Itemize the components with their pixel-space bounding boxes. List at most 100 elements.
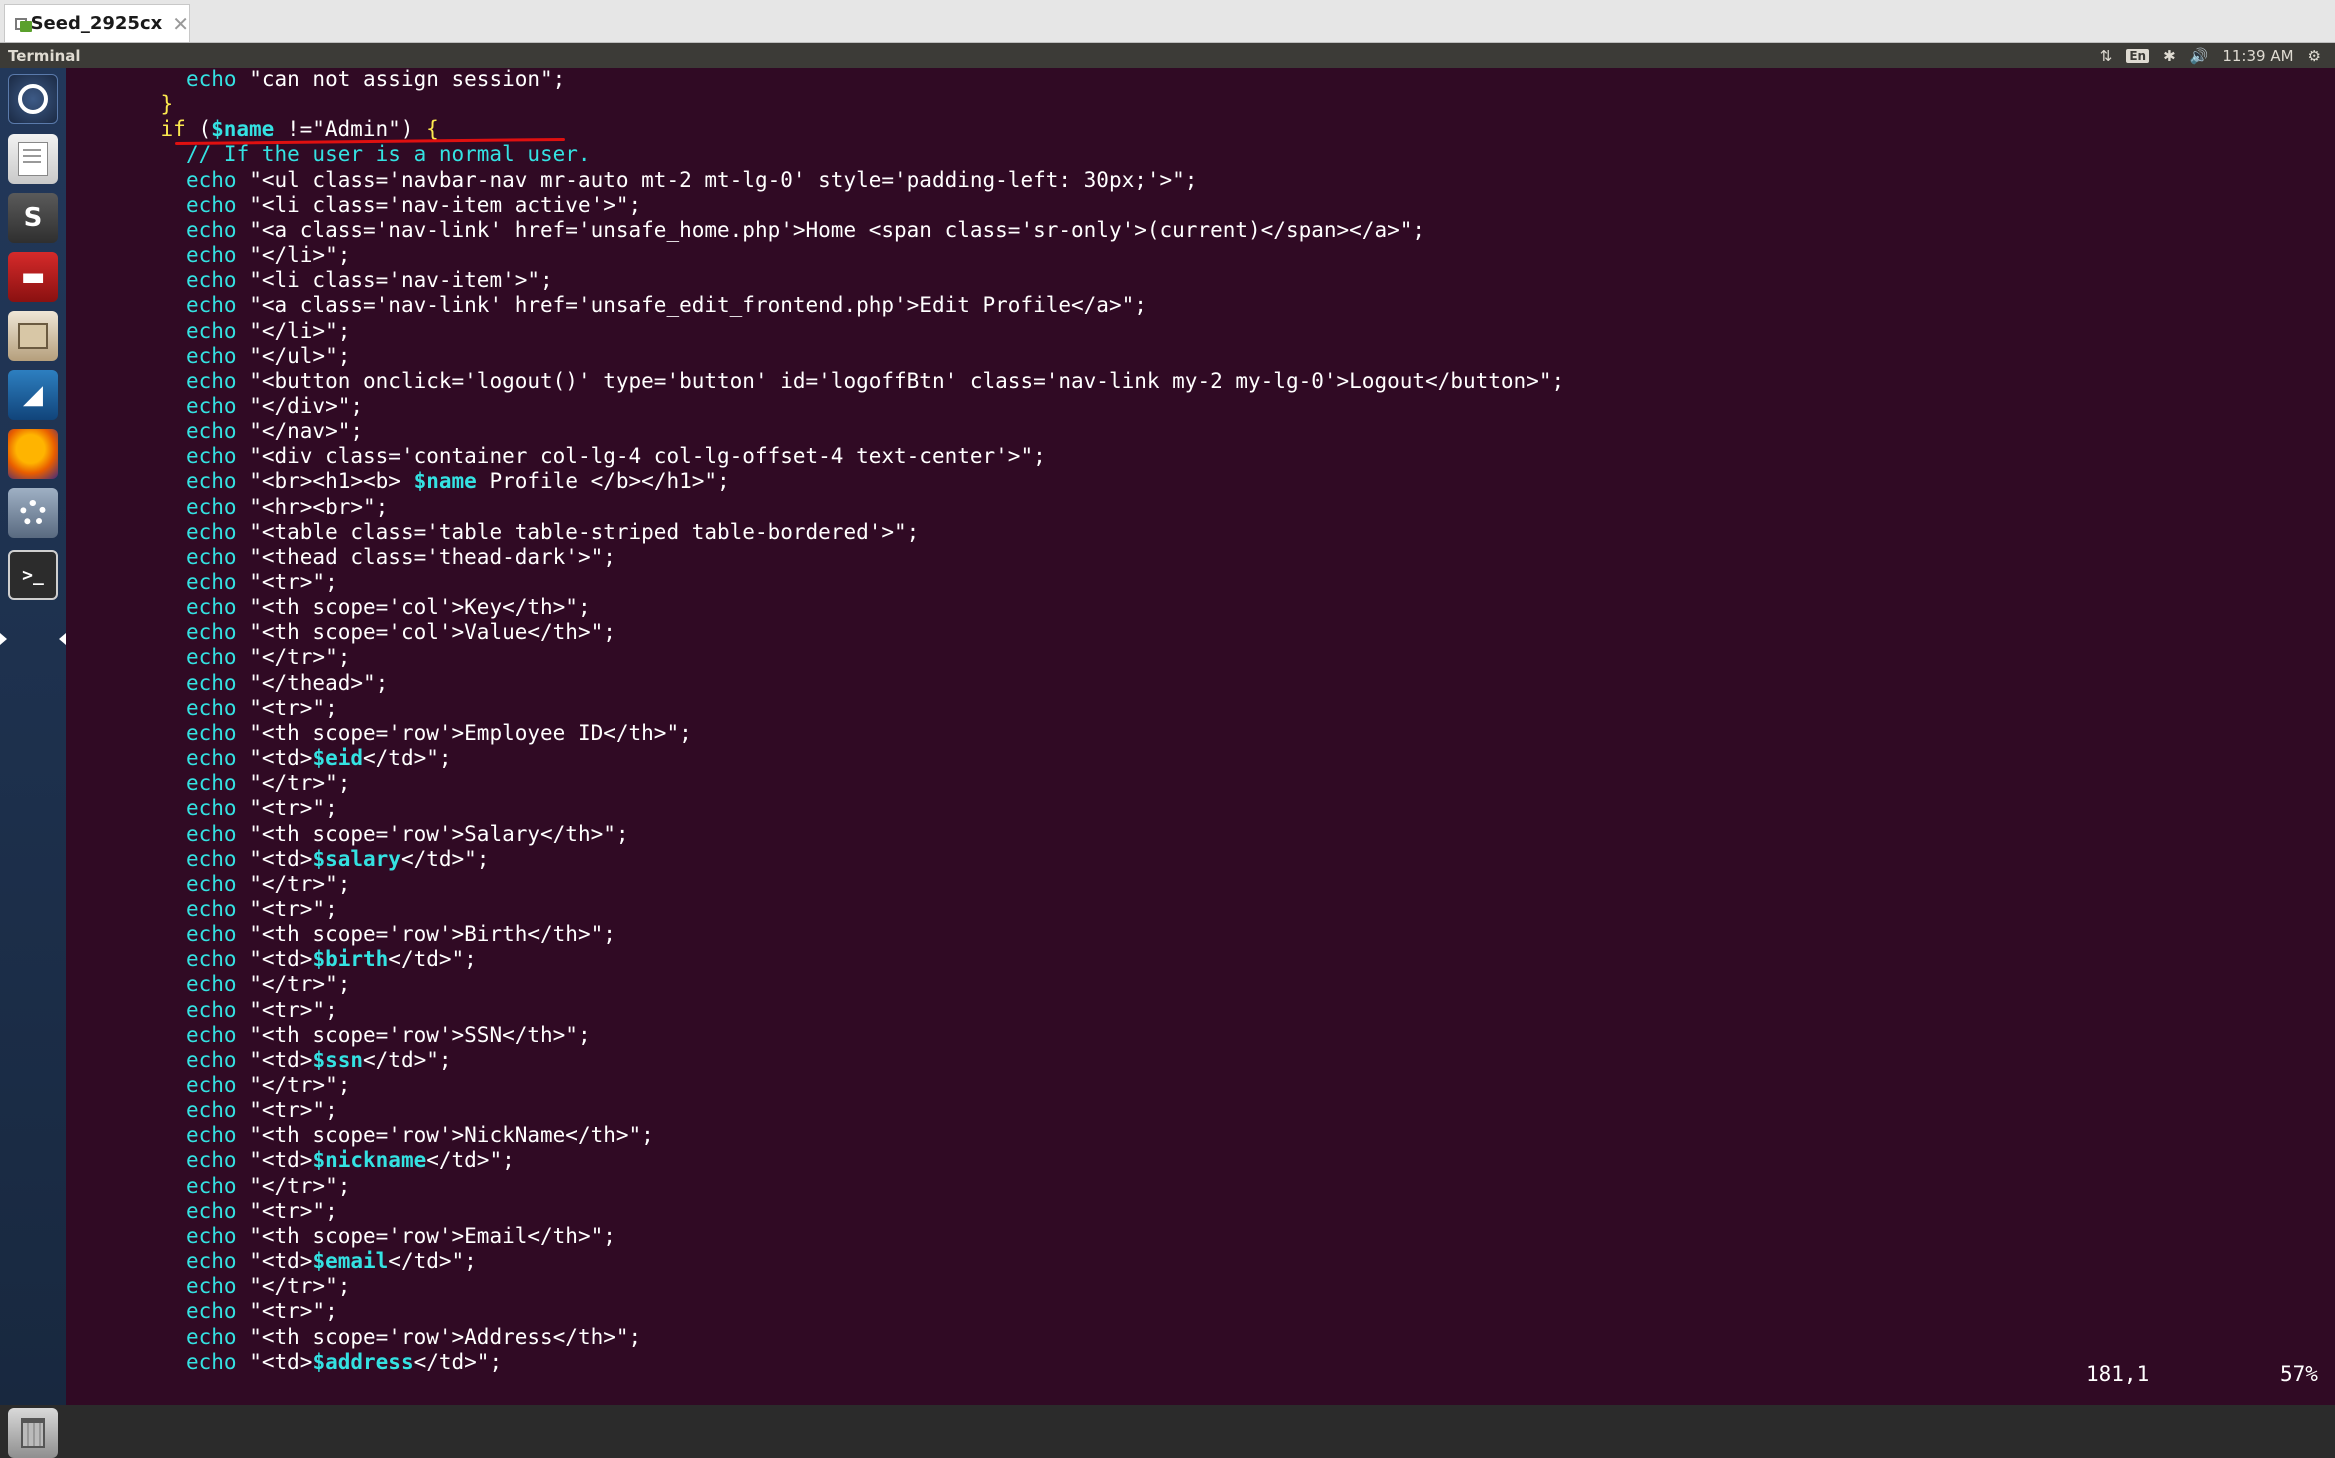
code-text: "<table class='table table-striped table… bbox=[236, 519, 920, 544]
code-line: echo "<tr>"; bbox=[186, 1199, 338, 1224]
code-text: "</li>"; bbox=[236, 243, 351, 268]
keyboard-language-indicator[interactable]: En bbox=[2126, 48, 2150, 63]
code-text: "</tr>"; bbox=[236, 972, 351, 997]
code-text: "</ul>"; bbox=[236, 343, 351, 368]
code-keyword: echo bbox=[186, 318, 237, 343]
code-line: echo "<th scope='col'>Key</th>"; bbox=[186, 595, 591, 620]
code-text: "<div class='container col-lg-4 col-lg-o… bbox=[236, 444, 1046, 469]
code-text: "<tr>"; bbox=[236, 695, 338, 720]
code-text: "<a class='nav-link' href='unsafe_edit_f… bbox=[236, 293, 1147, 318]
files-icon[interactable] bbox=[8, 311, 58, 361]
vm-tab-bar: Seed_2925cx ✕ bbox=[0, 0, 2335, 43]
terminal-icon[interactable]: >_ bbox=[8, 550, 58, 600]
vm-tab[interactable]: Seed_2925cx ✕ bbox=[4, 4, 190, 42]
code-text: "<ul class='navbar-nav mr-auto mt-2 mt-l… bbox=[236, 167, 1198, 192]
clock[interactable]: 11:39 AM bbox=[2222, 47, 2293, 65]
code-text: "<th scope='row'>Employee ID</th>"; bbox=[236, 720, 692, 745]
code-text: "</tr>"; bbox=[236, 645, 351, 670]
code-line: echo "</li>"; bbox=[186, 243, 350, 268]
code-keyword: echo bbox=[186, 871, 237, 896]
firefox-icon[interactable] bbox=[8, 429, 58, 479]
code-keyword: echo bbox=[186, 922, 237, 947]
code-line: echo "<td>$address</td>"; bbox=[186, 1350, 502, 1375]
code-line: echo "</tr>"; bbox=[186, 645, 350, 670]
code-text: "<a class='nav-link' href='unsafe_home.p… bbox=[236, 217, 1426, 242]
code-keyword: echo bbox=[186, 1073, 237, 1097]
code-text: "<th scope='row'>NickName</th>"; bbox=[236, 1123, 654, 1148]
bluetooth-icon[interactable]: ✱ bbox=[2163, 47, 2176, 65]
code-line: echo "</tr>"; bbox=[186, 1274, 350, 1299]
code-text: "<td> bbox=[236, 1249, 313, 1274]
code-variable: $eid bbox=[312, 746, 364, 771]
code-line: echo "<button onclick='logout()' type='b… bbox=[186, 369, 1564, 394]
code-text: "Admin" bbox=[312, 117, 401, 142]
code-text: != bbox=[274, 117, 313, 142]
code-text: "<th scope='row'>Birth</th>"; bbox=[236, 922, 616, 947]
system-settings-icon[interactable] bbox=[8, 488, 58, 538]
code-line: echo "<li class='nav-item active'>"; bbox=[186, 193, 641, 218]
sublime-text-icon[interactable]: S bbox=[8, 193, 58, 243]
code-keyword: echo bbox=[186, 293, 237, 318]
code-text: </td>"; bbox=[426, 1148, 515, 1173]
code-line: echo "</tr>"; bbox=[186, 771, 350, 796]
code-keyword: echo bbox=[186, 243, 237, 268]
dash-icon[interactable] bbox=[8, 74, 58, 124]
code-variable: $salary bbox=[312, 846, 401, 871]
code-text: "<tr>"; bbox=[236, 1299, 338, 1324]
code-line: echo "</li>"; bbox=[186, 319, 350, 344]
code-keyword: echo bbox=[186, 620, 237, 645]
code-line: echo "<ul class='navbar-nav mr-auto mt-2… bbox=[186, 168, 1197, 193]
text-editor-icon[interactable] bbox=[8, 134, 58, 184]
code-line: echo "<th scope='row'>Employee ID</th>"; bbox=[186, 721, 692, 746]
code-text: { bbox=[426, 117, 439, 142]
code-text: "<th scope='col'>Key</th>"; bbox=[236, 595, 591, 620]
code-keyword: echo bbox=[186, 972, 237, 997]
code-text: </td>"; bbox=[388, 1249, 477, 1274]
code-variable: $nickname bbox=[312, 1148, 427, 1173]
code-line: echo "</tr>"; bbox=[186, 972, 350, 997]
code-text: "<li class='nav-item'>"; bbox=[236, 268, 553, 293]
code-keyword: echo bbox=[186, 771, 237, 796]
code-text: </td>"; bbox=[413, 1349, 503, 1374]
code-keyword: echo bbox=[186, 645, 237, 670]
code-line: echo "<thead class='thead-dark'>"; bbox=[186, 545, 616, 570]
code-text: } bbox=[160, 92, 174, 117]
code-keyword: echo bbox=[186, 1274, 237, 1299]
code-keyword: echo bbox=[186, 217, 237, 242]
code-line: } bbox=[161, 92, 174, 117]
system-gear-icon[interactable]: ⚙ bbox=[2308, 47, 2321, 65]
code-line: echo "<th scope='row'>SSN</th>"; bbox=[186, 1023, 591, 1048]
code-keyword: echo bbox=[186, 1173, 237, 1198]
code-line: echo "<tr>"; bbox=[186, 897, 338, 922]
red-app-icon[interactable]: ▬ bbox=[8, 252, 58, 302]
code-line: echo "<td>$ssn</td>"; bbox=[186, 1048, 452, 1073]
code-line: if ($name !="Admin") { bbox=[161, 117, 439, 142]
close-icon[interactable]: ✕ bbox=[172, 12, 189, 36]
code-text: "<td> bbox=[236, 1047, 313, 1072]
code-line: echo "<th scope='row'>Salary</th>"; bbox=[186, 822, 629, 847]
code-line: echo "</tr>"; bbox=[186, 1073, 350, 1098]
code-line: echo "<tr>"; bbox=[186, 1098, 338, 1123]
code-text: "<td> bbox=[236, 1349, 313, 1374]
network-updown-icon[interactable]: ⇅ bbox=[2100, 47, 2113, 65]
trash-icon[interactable] bbox=[8, 1408, 58, 1458]
code-text: "<button onclick='logout()' type='button… bbox=[236, 368, 1565, 393]
code-text: </td>"; bbox=[388, 947, 477, 972]
terminal-editor[interactable]: echo "can not assign session";} if ($name… bbox=[66, 67, 2335, 1405]
code-keyword: echo bbox=[186, 570, 237, 594]
volume-icon[interactable]: 🔊 bbox=[2190, 47, 2209, 65]
code-text: "</tr>"; bbox=[236, 871, 351, 896]
code-line: echo "<li class='nav-item'>"; bbox=[186, 268, 553, 293]
code-keyword: echo bbox=[186, 896, 237, 921]
code-line: echo "<a class='nav-link' href='unsafe_h… bbox=[186, 218, 1425, 243]
active-indicator-left bbox=[0, 633, 7, 645]
code-keyword: echo bbox=[186, 821, 237, 846]
code-keyword: echo bbox=[186, 1198, 237, 1223]
code-keyword: echo bbox=[186, 947, 237, 972]
code-line: echo "<th scope='row'>Birth</th>"; bbox=[186, 922, 616, 947]
code-line: echo "<th scope='col'>Value</th>"; bbox=[186, 620, 616, 645]
code-keyword: echo bbox=[186, 846, 237, 871]
code-text: "<td> bbox=[236, 947, 313, 972]
wireshark-icon[interactable]: ◢ bbox=[8, 370, 58, 420]
code-keyword: echo bbox=[186, 1324, 237, 1349]
